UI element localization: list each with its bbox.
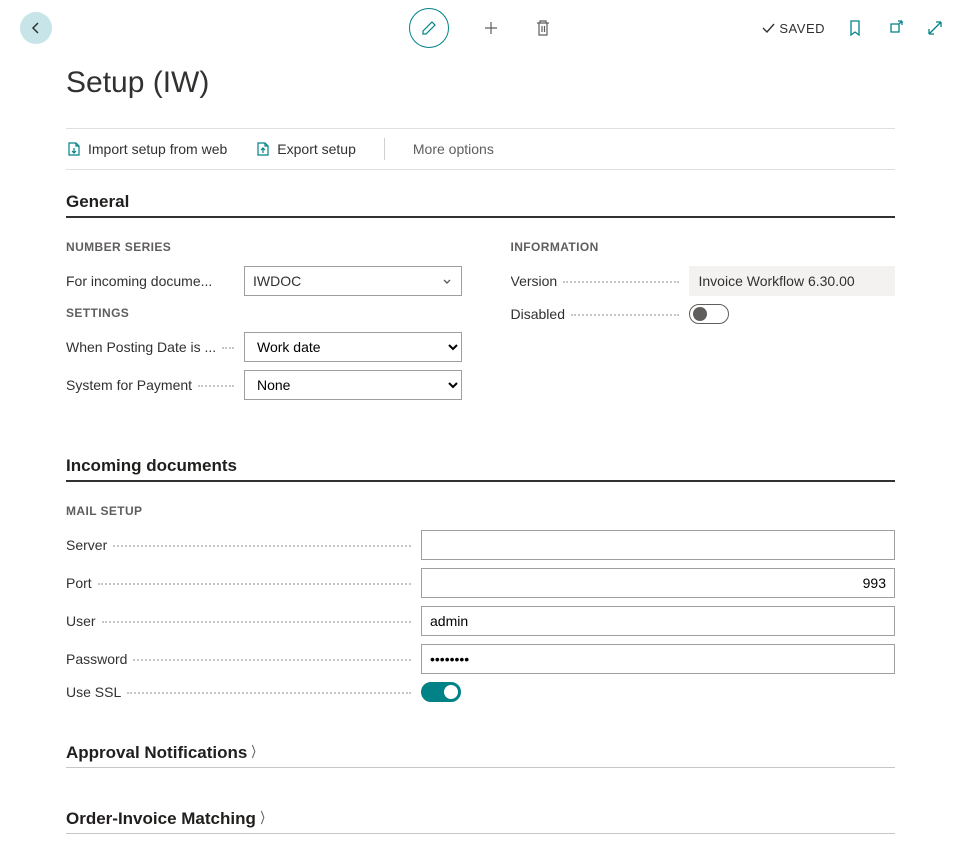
payment-select[interactable]: None [244, 370, 462, 400]
server-label: Server [66, 537, 107, 553]
right-tools: SAVED [761, 18, 945, 38]
password-label: Password [66, 651, 127, 667]
password-input[interactable] [421, 644, 895, 674]
server-input[interactable] [421, 530, 895, 560]
page-title: Setup (IW) [66, 66, 895, 100]
chevron-right-icon: 〉 [261, 808, 269, 828]
trash-icon [535, 19, 551, 37]
check-icon [761, 21, 775, 35]
user-row: User [66, 606, 895, 636]
more-options[interactable]: More options [413, 141, 494, 157]
chevron-right-icon: 〉 [252, 742, 260, 762]
import-setup-label: Import setup from web [88, 141, 227, 157]
divider [384, 138, 385, 160]
incoming-doc-value: IWDOC [253, 273, 301, 289]
posting-date-row: When Posting Date is ... Work date [66, 332, 451, 362]
use-ssl-toggle[interactable] [421, 682, 461, 702]
import-setup-action[interactable]: Import setup from web [66, 141, 227, 157]
section-order-invoice-header[interactable]: Order-Invoice Matching 〉 [66, 808, 895, 834]
section-approval-header[interactable]: Approval Notifications 〉 [66, 742, 895, 768]
posting-date-label: When Posting Date is ... [66, 339, 216, 355]
use-ssl-label: Use SSL [66, 684, 121, 700]
payment-row: System for Payment None [66, 370, 451, 400]
edit-button[interactable] [409, 8, 449, 48]
incoming-doc-label: For incoming docume... [66, 273, 212, 289]
version-value: Invoice Workflow 6.30.00 [689, 266, 896, 296]
server-row: Server [66, 530, 895, 560]
settings-heading: SETTINGS [66, 306, 451, 320]
use-ssl-row: Use SSL [66, 682, 895, 702]
disabled-toggle[interactable] [689, 304, 729, 324]
action-bar: Import setup from web Export setup More … [66, 128, 895, 170]
section-incoming-header[interactable]: Incoming documents [66, 456, 895, 482]
user-label: User [66, 613, 96, 629]
posting-date-select[interactable]: Work date [244, 332, 462, 362]
import-icon [66, 141, 82, 157]
expand-icon [927, 20, 943, 36]
export-icon [255, 141, 271, 157]
saved-indicator: SAVED [761, 21, 825, 36]
pencil-icon [420, 19, 438, 37]
user-input[interactable] [421, 606, 895, 636]
plus-icon [482, 19, 500, 37]
version-row: Version Invoice Workflow 6.30.00 [511, 266, 896, 296]
port-row: Port [66, 568, 895, 598]
port-label: Port [66, 575, 92, 591]
approval-label: Approval Notifications [66, 743, 247, 762]
version-label: Version [511, 273, 558, 289]
chevron-down-icon [441, 275, 453, 287]
expand-button[interactable] [925, 18, 945, 38]
general-left-col: NUMBER SERIES For incoming docume... IWD… [66, 218, 451, 408]
popout-icon [887, 20, 903, 36]
payment-label: System for Payment [66, 377, 192, 393]
general-columns: NUMBER SERIES For incoming docume... IWD… [66, 218, 895, 408]
bookmark-button[interactable] [845, 18, 865, 38]
delete-button[interactable] [533, 18, 553, 38]
mail-setup-heading: MAIL SETUP [66, 504, 895, 518]
port-input[interactable] [421, 568, 895, 598]
information-heading: INFORMATION [511, 240, 896, 254]
general-right-col: INFORMATION Version Invoice Workflow 6.3… [511, 218, 896, 408]
section-general-header[interactable]: General [66, 192, 895, 218]
back-button[interactable] [20, 12, 52, 44]
content: Setup (IW) Import setup from web Export … [0, 66, 961, 834]
incoming-doc-row: For incoming docume... IWDOC [66, 266, 451, 296]
number-series-heading: NUMBER SERIES [66, 240, 451, 254]
disabled-label: Disabled [511, 306, 565, 322]
center-tools [409, 8, 553, 48]
disabled-row: Disabled [511, 304, 896, 324]
new-button[interactable] [481, 18, 501, 38]
topbar: SAVED [0, 0, 961, 56]
incoming-doc-lookup[interactable]: IWDOC [244, 266, 462, 296]
password-row: Password [66, 644, 895, 674]
bookmark-icon [848, 19, 862, 37]
export-setup-label: Export setup [277, 141, 356, 157]
saved-label: SAVED [779, 21, 825, 36]
popout-button[interactable] [885, 18, 905, 38]
export-setup-action[interactable]: Export setup [255, 141, 356, 157]
arrow-left-icon [28, 20, 44, 36]
order-invoice-label: Order-Invoice Matching [66, 809, 256, 828]
